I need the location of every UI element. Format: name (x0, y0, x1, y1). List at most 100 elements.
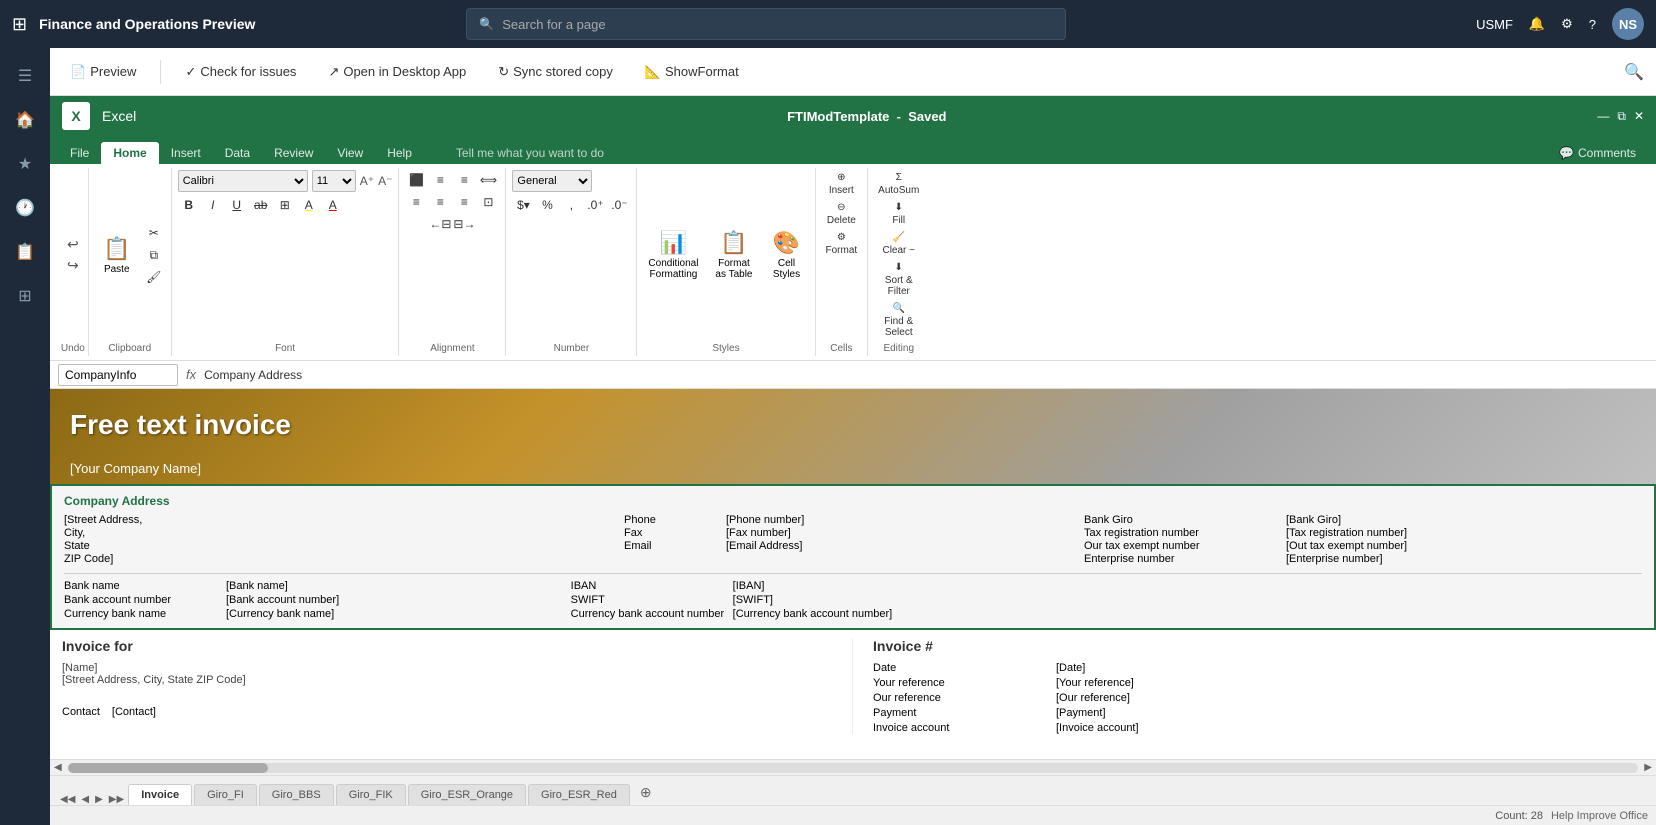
align-top-left-button[interactable]: ⬛ (405, 170, 427, 190)
conditional-formatting-button[interactable]: 📊 Conditional Formatting (643, 226, 703, 284)
align-top-right-button[interactable]: ≡ (453, 170, 475, 190)
scroll-right-arrow[interactable]: ▶ (1642, 762, 1654, 773)
increase-decimal-button[interactable]: .0⁺ (584, 195, 606, 215)
tab-scroll-prev[interactable]: ◀ (79, 794, 91, 805)
tab-view[interactable]: View (325, 142, 375, 164)
decrease-decimal-button[interactable]: .0⁻ (608, 195, 630, 215)
invoice-details-grid: Date [Date] Your reference [Your referen… (873, 662, 1644, 734)
merge-button[interactable]: ⊡ (477, 192, 499, 212)
scroll-left-arrow[interactable]: ◀ (52, 762, 64, 773)
tab-scroll-next[interactable]: ▶ (93, 794, 105, 805)
sheet-tab-giro-fi[interactable]: Giro_FI (194, 784, 257, 805)
align-top-center-button[interactable]: ≡ (429, 170, 451, 190)
currency-bank-name-label: Currency bank name (64, 608, 224, 620)
nav-menu-icon[interactable]: ☰ (5, 56, 45, 96)
horizontal-scrollbar[interactable]: ◀ ▶ (50, 759, 1656, 775)
bank-values: [Bank Giro] [Tax registration number] [O… (1286, 514, 1642, 565)
shrink-font-button[interactable]: A⁻ (378, 174, 392, 188)
border-button[interactable]: ⊞ (274, 195, 296, 215)
sheet-tab-giro-fik[interactable]: Giro_FIK (336, 784, 406, 805)
tab-review[interactable]: Review (262, 142, 325, 164)
contact-labels: Phone Fax Email (624, 514, 724, 565)
check-issues-button[interactable]: ✓ Check for issues (177, 60, 304, 84)
underline-button[interactable]: U (226, 195, 248, 215)
nav-recent-icon[interactable]: 🕐 (5, 188, 45, 228)
help-icon[interactable]: ? (1589, 17, 1596, 32)
tab-file[interactable]: File (58, 142, 101, 164)
font-name-select[interactable]: Calibri (178, 170, 308, 192)
sheet-tab-giro-esr-red[interactable]: Giro_ESR_Red (528, 784, 630, 805)
align-bottom-right-button[interactable]: ≡ (453, 192, 475, 212)
tab-home[interactable]: Home (101, 142, 158, 164)
currency-button[interactable]: $▾ (512, 195, 534, 215)
indent-decrease-button[interactable]: ←⊟ (429, 214, 451, 234)
scroll-thumb[interactable] (68, 763, 268, 773)
tab-help[interactable]: Help (375, 142, 424, 164)
indent-increase-button[interactable]: ⊟→ (453, 214, 475, 234)
nav-home-icon[interactable]: 🏠 (5, 100, 45, 140)
fill-button[interactable]: ⬇ Fill (885, 200, 913, 228)
tell-me-field[interactable]: Tell me what you want to do (444, 142, 616, 164)
comma-button[interactable]: , (560, 195, 582, 215)
nav-modules-icon[interactable]: ⊞ (5, 276, 45, 316)
font-size-select[interactable]: 11 (312, 170, 356, 192)
count-badge: Count: 28 (1495, 810, 1543, 822)
paste-button[interactable]: 📋 Paste (95, 232, 139, 279)
sheet-tab-giro-esr-orange[interactable]: Giro_ESR_Orange (408, 784, 526, 805)
font-color-button[interactable]: A (322, 195, 344, 215)
redo-button[interactable]: ↪ (64, 256, 82, 275)
name-box[interactable] (58, 364, 178, 386)
insert-button[interactable]: ⊕ Insert (825, 170, 858, 198)
close-button[interactable]: ✕ (1634, 109, 1644, 123)
clear-button[interactable]: 🧹 Clear ~ (878, 230, 919, 258)
side-nav: ☰ 🏠 ★ 🕐 📋 ⊞ (0, 48, 50, 825)
percent-button[interactable]: % (536, 195, 558, 215)
tab-data[interactable]: Data (213, 142, 262, 164)
open-desktop-button[interactable]: ↗ Open in Desktop App (320, 60, 474, 84)
comments-button[interactable]: 💬 Comments (1547, 142, 1648, 164)
nav-favorites-icon[interactable]: ★ (5, 144, 45, 184)
cell-styles-button[interactable]: 🎨 Cell Styles (765, 226, 809, 284)
scroll-track[interactable] (68, 763, 1639, 773)
sheet-tab-giro-bbs[interactable]: Giro_BBS (259, 784, 334, 805)
autosum-button[interactable]: Σ AutoSum (874, 170, 923, 198)
format-painter-button[interactable]: 🖌 (143, 267, 165, 287)
sort-filter-button[interactable]: ⬇ Sort & Filter (881, 260, 917, 299)
tab-scroll-last[interactable]: ▶▶ (107, 794, 126, 805)
undo-button[interactable]: ↩ (64, 235, 82, 254)
copy-button[interactable]: ⧉ (143, 245, 165, 265)
wrap-text-button[interactable]: ⟺ (477, 170, 499, 190)
format-button[interactable]: ⚙ Format (822, 230, 862, 258)
currency-bank-name-value: [Currency bank name] (226, 608, 569, 620)
align-bottom-center-button[interactable]: ≡ (429, 192, 451, 212)
strikethrough-button[interactable]: ab (250, 195, 272, 215)
format-table-button[interactable]: 📋 Format as Table (707, 226, 760, 284)
sheet-tab-invoice[interactable]: Invoice (128, 784, 192, 805)
tab-insert[interactable]: Insert (159, 142, 213, 164)
currency-account-value: [Currency bank account number] (733, 608, 1076, 620)
command-search-icon[interactable]: 🔍 (1624, 62, 1644, 82)
tab-scroll-first[interactable]: ◀◀ (58, 794, 77, 805)
show-format-button[interactable]: 📐 ShowFormat (637, 60, 747, 84)
number-format-select[interactable]: General (512, 170, 592, 192)
delete-button[interactable]: ⊖ Delete (823, 200, 860, 228)
notification-icon[interactable]: 🔔 (1529, 16, 1545, 32)
cut-button[interactable]: ✂ (143, 223, 165, 243)
sync-button[interactable]: ↻ Sync stored copy (490, 60, 621, 84)
grow-font-button[interactable]: A⁺ (360, 174, 374, 188)
bold-button[interactable]: B (178, 195, 200, 215)
italic-button[interactable]: I (202, 195, 224, 215)
search-bar[interactable]: 🔍 Search for a page (466, 8, 1066, 40)
preview-button[interactable]: 📄 Preview (62, 60, 144, 84)
minimize-button[interactable]: — (1597, 109, 1609, 123)
help-improve-link[interactable]: Help Improve Office (1551, 810, 1648, 822)
restore-button[interactable]: ⧉ (1617, 109, 1626, 124)
align-bottom-left-button[interactable]: ≡ (405, 192, 427, 212)
add-sheet-button[interactable]: ⊕ (632, 780, 660, 805)
fill-color-button[interactable]: A (298, 195, 320, 215)
avatar[interactable]: NS (1612, 8, 1644, 40)
nav-workspaces-icon[interactable]: 📋 (5, 232, 45, 272)
app-grid-icon[interactable]: ⊞ (12, 14, 27, 35)
find-select-button[interactable]: 🔍 Find & Select (880, 301, 917, 340)
settings-icon[interactable]: ⚙ (1561, 16, 1573, 32)
